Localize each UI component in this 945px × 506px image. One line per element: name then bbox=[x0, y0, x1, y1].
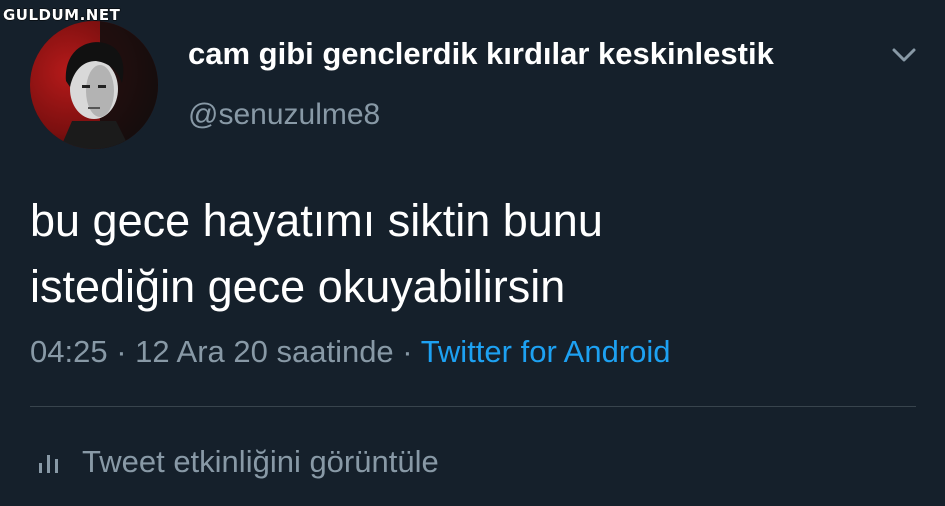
meta-separator: · bbox=[393, 334, 421, 369]
tweet-date[interactable]: 12 Ara 20 saatinde bbox=[135, 334, 394, 369]
tweet-text-line: bu gece hayatımı siktin bunu bbox=[30, 195, 603, 246]
divider bbox=[30, 406, 916, 407]
chevron-down-icon[interactable] bbox=[889, 44, 919, 66]
tweet-time[interactable]: 04:25 bbox=[30, 334, 108, 369]
author-username[interactable]: @senuzulme8 bbox=[188, 98, 380, 132]
view-tweet-activity-button[interactable]: Tweet etkinliğini görüntüle bbox=[30, 442, 439, 482]
view-tweet-activity-label: Tweet etkinliğini görüntüle bbox=[82, 444, 439, 479]
tweet-meta: 04:25 · 12 Ara 20 saatinde · Twitter for… bbox=[30, 334, 671, 370]
tweet-text: bu gece hayatımı siktin bunu istediğin g… bbox=[30, 188, 910, 320]
author-display-name[interactable]: cam gibi genclerdik kırdılar keskinlesti… bbox=[188, 36, 774, 72]
avatar[interactable] bbox=[30, 21, 158, 149]
meta-separator: · bbox=[107, 334, 136, 369]
bar-chart-icon bbox=[39, 455, 58, 473]
avatar-photo bbox=[30, 21, 158, 149]
tweet-text-line: istediğin gece okuyabilirsin bbox=[30, 261, 566, 312]
tweet-source-link[interactable]: Twitter for Android bbox=[421, 334, 671, 369]
